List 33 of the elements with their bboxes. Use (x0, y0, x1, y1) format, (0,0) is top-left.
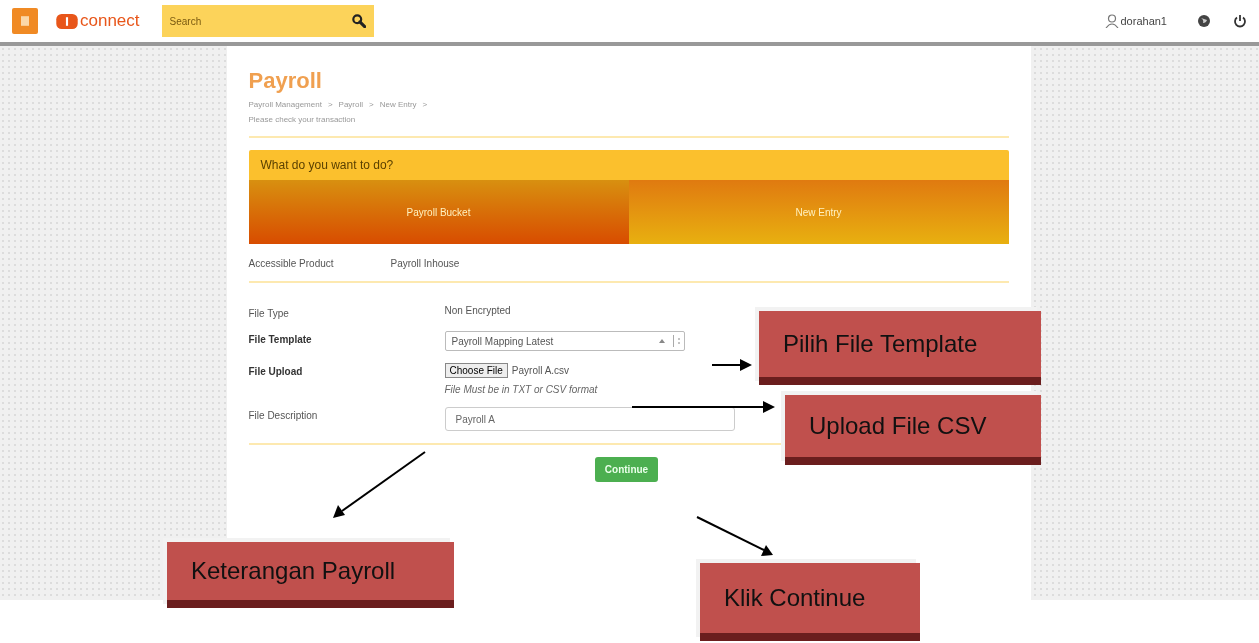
field-value: Payroll Inhouse (390, 258, 460, 269)
description-field[interactable]: Payroll A (444, 407, 735, 431)
action-tab[interactable]: Payroll Bucket (248, 180, 629, 244)
file-name: Payroll A.csv (511, 365, 570, 376)
continue-button[interactable]: Continue (594, 457, 659, 482)
search-icon[interactable] (351, 14, 366, 28)
arrow (711, 359, 752, 371)
choose-file-button[interactable]: Choose File (444, 363, 508, 378)
user-menu[interactable]: dorahan1 (1104, 14, 1167, 28)
field-label: File Upload (248, 365, 304, 379)
menu-icon (21, 16, 29, 26)
user-icon (1104, 14, 1119, 28)
breadcrumb-separator: > (327, 100, 333, 109)
field-label: File Template (248, 333, 313, 347)
logo-icon (56, 13, 78, 29)
page-title: Payroll (248, 68, 323, 94)
template-dropdown[interactable]: Payroll Mapping Latest (444, 331, 685, 351)
field-label: File Description (248, 409, 319, 423)
breadcrumb-link[interactable]: Payroll Management (248, 100, 322, 109)
power-icon[interactable] (1233, 14, 1247, 28)
search-field[interactable]: Search (161, 5, 374, 37)
field-label: Accessible Product (248, 258, 335, 269)
field-hint: File Must be in TXT or CSV format (444, 384, 598, 395)
breadcrumb-separator: > (369, 100, 374, 109)
breadcrumb-link[interactable]: New Entry (379, 100, 417, 109)
action-question: What do you want to do? (259, 157, 395, 174)
page-subtitle: Please check your transaction (248, 115, 357, 124)
field-value: Non Encrypted (444, 305, 511, 316)
field-label: File Type (248, 307, 290, 319)
breadcrumb-separator: > (422, 100, 428, 109)
breadcrumb-link[interactable]: Payroll (338, 100, 363, 109)
action-tab[interactable]: New Entry (628, 180, 1009, 244)
logo[interactable]: connect (56, 11, 140, 31)
